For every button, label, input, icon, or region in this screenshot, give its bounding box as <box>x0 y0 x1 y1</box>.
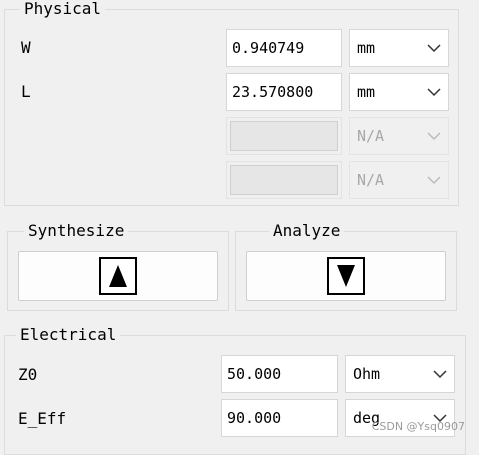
param4-value-field <box>226 161 342 199</box>
synthesize-group-title: Synthesize <box>24 222 129 240</box>
w-label: W <box>21 38 31 57</box>
chevron-down-icon <box>427 176 441 185</box>
w-unit-select[interactable]: mm <box>349 29 449 67</box>
synthesize-icon-frame <box>99 257 137 295</box>
analyze-group-title: Analyze <box>269 222 345 240</box>
chevron-down-icon <box>427 44 441 53</box>
electrical-group <box>4 335 466 455</box>
e-eff-value-field[interactable]: 90.000 <box>221 399 338 437</box>
w-value-field[interactable]: 0.940749 <box>226 29 342 67</box>
disabled-field-inner <box>230 165 338 195</box>
analyze-icon-frame <box>327 257 365 295</box>
disabled-field-inner <box>230 121 338 151</box>
z0-unit-value: Ohm <box>353 365 381 383</box>
z0-label: Z0 <box>18 365 38 384</box>
l-value-field[interactable]: 23.570800 <box>226 73 342 111</box>
triangle-up-icon <box>109 265 127 287</box>
e-eff-label: E_Eff <box>18 409 67 428</box>
l-label: L <box>21 82 31 101</box>
chevron-down-icon <box>427 132 441 141</box>
param3-value-field <box>226 117 342 155</box>
z0-unit-select[interactable]: Ohm <box>345 355 455 393</box>
l-unit-value: mm <box>357 83 376 101</box>
chevron-down-icon <box>433 370 447 379</box>
l-unit-select[interactable]: mm <box>349 73 449 111</box>
physical-group-title: Physical <box>20 0 106 18</box>
w-unit-value: mm <box>357 39 376 57</box>
chevron-down-icon <box>427 88 441 97</box>
watermark-text: CSDN @Ysq0907 <box>371 420 465 433</box>
z0-value-field[interactable]: 50.000 <box>221 355 338 393</box>
param4-unit-value: N/A <box>357 171 385 189</box>
param3-unit-value: N/A <box>357 127 385 145</box>
electrical-group-title: Electrical <box>16 326 121 344</box>
analyze-button[interactable] <box>246 251 446 301</box>
param4-unit-select: N/A <box>349 161 449 199</box>
param3-unit-select: N/A <box>349 117 449 155</box>
synthesize-button[interactable] <box>18 251 218 301</box>
triangle-down-icon <box>337 265 355 287</box>
